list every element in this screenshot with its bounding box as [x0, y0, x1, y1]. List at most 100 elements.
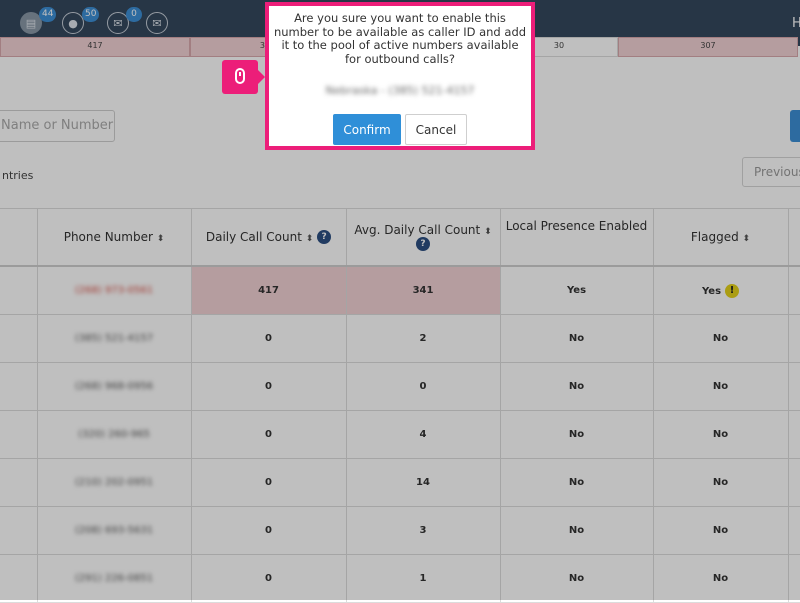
- phone-number-cell[interactable]: (291) 226-0851: [37, 554, 192, 603]
- daily-call-count-cell: 0: [191, 314, 347, 363]
- table-row[interactable]: (208) 693-5631 0 3 No No: [0, 506, 800, 555]
- cancel-button[interactable]: Cancel: [405, 114, 467, 145]
- phone-number[interactable]: (291) 226-0851: [75, 573, 153, 584]
- local-presence-cell: No: [500, 314, 654, 363]
- table-row[interactable]: (320) 260-965 0 4 No No: [0, 410, 800, 459]
- column-header-select: [0, 208, 38, 267]
- table-header-row: Phone Number ⬍ Daily Call Count ⬍ ? Avg.…: [0, 208, 800, 267]
- daily-call-count-cell: 0: [191, 458, 347, 507]
- daily-call-count-cell: 0: [191, 506, 347, 555]
- phone-number-cell[interactable]: (208) 693-5631: [37, 506, 192, 555]
- confirm-dialog: Are you sure you want to enable this num…: [265, 2, 535, 150]
- table-row[interactable]: (210) 202-0951 0 14 No No: [0, 458, 800, 507]
- flagged-cell: No: [653, 506, 789, 555]
- local-presence-cell: Yes: [500, 266, 654, 315]
- phone-number[interactable]: (385) 521-4157: [75, 333, 153, 344]
- table-row[interactable]: (291) 226-0851 0 1 No No: [0, 554, 800, 603]
- local-presence-cell: No: [500, 362, 654, 411]
- phone-number[interactable]: (210) 202-0951: [75, 477, 153, 488]
- table-row[interactable]: (385) 521-4157 0 2 No No: [0, 314, 800, 363]
- row-more-cell: [788, 410, 800, 459]
- add-number-button[interactable]: [790, 110, 800, 142]
- column-header-daily-call-count[interactable]: Daily Call Count ⬍ ?: [191, 208, 347, 267]
- mail-badge: 0: [126, 7, 142, 22]
- avg-daily-call-count-cell: 0: [346, 362, 501, 411]
- help-icon[interactable]: ?: [416, 237, 430, 252]
- row-more-cell: [788, 458, 800, 507]
- phone-number-cell[interactable]: (320) 260-965: [37, 410, 192, 459]
- chat-icon[interactable]: ●: [62, 12, 84, 34]
- dialog-phone-number: Nebraska - (385) 521-4157: [325, 84, 475, 97]
- column-header-local-presence[interactable]: Local Presence Enabled: [500, 208, 654, 267]
- header-label: Avg. Daily Call Count: [354, 222, 481, 237]
- open-mail-icon[interactable]: ✉: [146, 12, 168, 34]
- daily-call-count-cell: 0: [191, 410, 347, 459]
- flagged-cell: No: [653, 314, 789, 363]
- previous-page-button[interactable]: Previous: [742, 157, 800, 187]
- phone-number[interactable]: (320) 260-965: [78, 429, 150, 440]
- mouse-icon: [235, 68, 245, 84]
- daily-call-count-cell: 0: [191, 554, 347, 603]
- phone-number[interactable]: (268) 968-0956: [75, 381, 153, 392]
- row-more-cell: [788, 554, 800, 603]
- local-presence-cell: No: [500, 554, 654, 603]
- daily-call-count-cell: 417: [191, 266, 347, 315]
- table-row[interactable]: (268) 973-0561 417 341 Yes Yes!: [0, 266, 800, 315]
- dialog-message: Are you sure you want to enable this num…: [273, 11, 527, 66]
- header-label: Local Presence Enabled: [505, 219, 648, 233]
- warning-icon: !: [725, 283, 740, 298]
- column-header-more: [788, 208, 800, 267]
- search-input[interactable]: Name or Number: [0, 110, 115, 142]
- daily-call-count-cell: 0: [191, 362, 347, 411]
- table-row[interactable]: (268) 968-0956 0 0 No No: [0, 362, 800, 411]
- row-more-cell: [788, 266, 800, 315]
- header-label: Daily Call Count: [205, 229, 302, 244]
- phone-number-cell[interactable]: (268) 968-0956: [37, 362, 192, 411]
- header-label: Phone Number: [63, 230, 153, 244]
- flagged-cell: No: [653, 554, 789, 603]
- sort-icon: ⬍: [305, 233, 314, 244]
- row-select-cell: [0, 506, 38, 555]
- flagged-value: Yes: [701, 285, 722, 297]
- strip-cell: 307: [618, 37, 798, 57]
- phone-number[interactable]: (268) 973-0561: [75, 285, 153, 296]
- entries-label: ntries: [2, 169, 34, 182]
- phone-number-cell[interactable]: (210) 202-0951: [37, 458, 192, 507]
- row-select-cell: [0, 410, 38, 459]
- flagged-cell: No: [653, 410, 789, 459]
- column-header-flagged[interactable]: Flagged ⬍: [653, 208, 789, 267]
- flagged-cell: No: [653, 362, 789, 411]
- strip-cell: 417: [0, 37, 190, 57]
- sort-icon: ⬍: [742, 234, 751, 244]
- avg-daily-call-count-cell: 14: [346, 458, 501, 507]
- flagged-cell: No: [653, 458, 789, 507]
- column-header-avg-daily-call-count[interactable]: Avg. Daily Call Count ⬍ ?: [346, 208, 501, 267]
- flagged-cell: Yes!: [653, 266, 789, 315]
- avg-daily-call-count-cell: 3: [346, 506, 501, 555]
- column-header-phone-number[interactable]: Phone Number ⬍: [37, 208, 192, 267]
- row-select-cell: [0, 314, 38, 363]
- avg-daily-call-count-cell: 2: [346, 314, 501, 363]
- sort-icon: ⬍: [484, 226, 492, 237]
- chat-badge: 50: [82, 7, 100, 22]
- avg-daily-call-count-cell: 341: [346, 266, 501, 315]
- local-presence-cell: No: [500, 458, 654, 507]
- row-select-cell: [0, 362, 38, 411]
- nav-user-menu[interactable]: H: [792, 16, 800, 31]
- local-presence-cell: No: [500, 410, 654, 459]
- documents-badge: 44: [39, 7, 57, 22]
- local-presence-cell: No: [500, 506, 654, 555]
- phone-number-cell[interactable]: (385) 521-4157: [37, 314, 192, 363]
- phone-number-cell[interactable]: (268) 973-0561: [37, 266, 192, 315]
- row-more-cell: [788, 314, 800, 363]
- header-label: Flagged: [690, 230, 739, 244]
- phone-number[interactable]: (208) 693-5631: [75, 525, 153, 536]
- avg-daily-call-count-cell: 4: [346, 410, 501, 459]
- help-icon[interactable]: ?: [317, 230, 332, 245]
- row-select-cell: [0, 554, 38, 603]
- row-select-cell: [0, 458, 38, 507]
- avg-daily-call-count-cell: 1: [346, 554, 501, 603]
- confirm-button[interactable]: Confirm: [333, 114, 401, 145]
- row-more-cell: [788, 362, 800, 411]
- click-annotation-marker: [222, 60, 265, 94]
